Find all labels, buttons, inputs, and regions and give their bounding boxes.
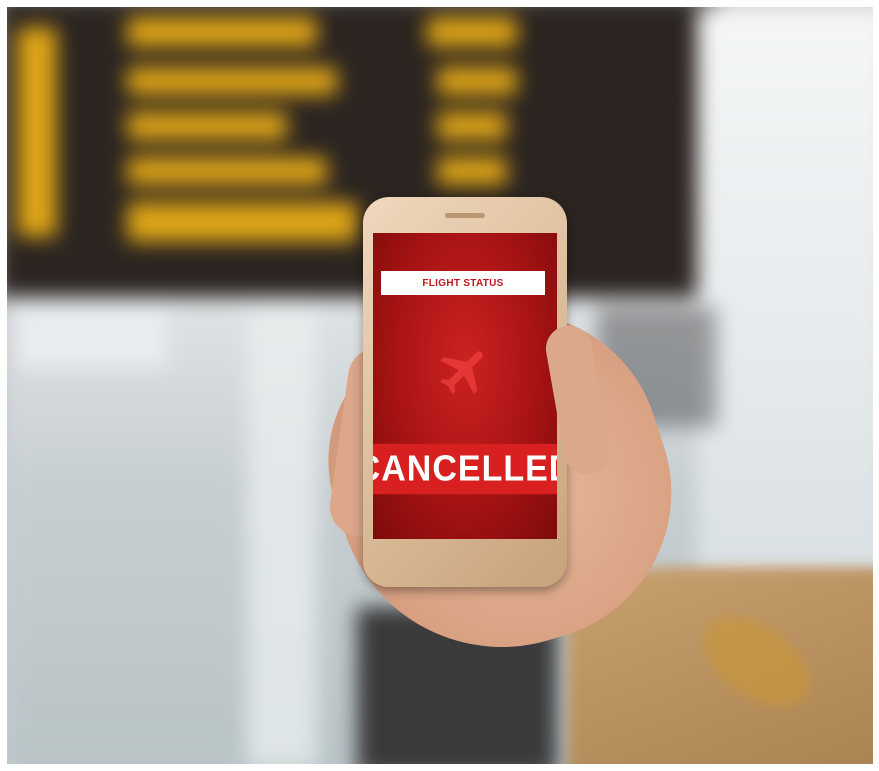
- speaker-grille: [445, 213, 485, 218]
- phone-screen: FLIGHT STATUS CANCELLED: [373, 233, 557, 539]
- pillar: [247, 307, 317, 764]
- board-light: [437, 112, 507, 140]
- board-light: [127, 67, 337, 95]
- board-light: [127, 202, 357, 242]
- board-light: [127, 112, 287, 140]
- board-light: [427, 17, 517, 47]
- board-light: [127, 157, 327, 185]
- airplane-icon: [440, 351, 483, 394]
- board-light: [127, 17, 317, 47]
- flight-status-header: FLIGHT STATUS: [381, 271, 545, 295]
- cancelled-banner: CANCELLED: [373, 443, 557, 495]
- board-light: [437, 157, 507, 185]
- smartphone: FLIGHT STATUS CANCELLED: [363, 197, 567, 587]
- board-light: [17, 27, 57, 237]
- departure-board: [7, 7, 717, 297]
- board-light: [437, 67, 517, 95]
- photo: FLIGHT STATUS CANCELLED: [7, 7, 873, 764]
- sign-panel: [17, 307, 167, 367]
